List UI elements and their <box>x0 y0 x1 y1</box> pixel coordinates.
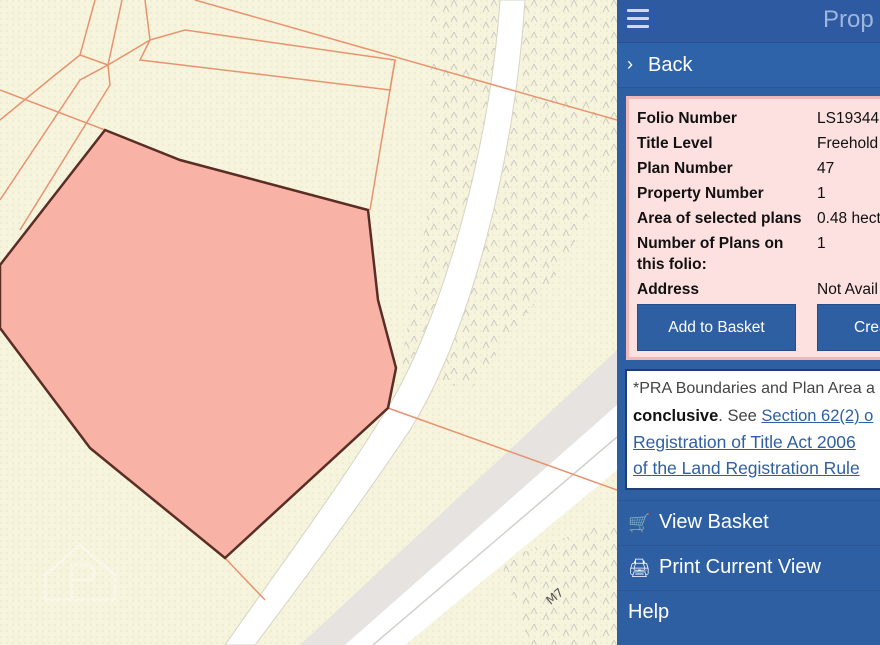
info-value: Not Avail <box>817 281 878 298</box>
info-value: 47 <box>817 160 835 177</box>
registration-act-link[interactable]: Registration of Title Act 2006 <box>633 432 856 453</box>
info-key: Address <box>637 281 700 298</box>
info-key: Folio Number <box>637 110 737 127</box>
info-value: 1 <box>817 185 826 202</box>
info-key: Title Level <box>637 135 713 152</box>
panel-title: Prop <box>823 6 874 33</box>
info-value: 1 <box>817 235 826 252</box>
info-key: this folio: <box>637 256 707 273</box>
disclaimer-text: . See <box>718 407 762 425</box>
chevron-right-icon: › <box>627 54 633 74</box>
info-key: Property Number <box>637 185 764 202</box>
back-label: Back <box>648 54 693 76</box>
map-view[interactable]: M7 <box>0 0 617 645</box>
info-value: 0.48 hect <box>817 210 880 227</box>
printer-icon: 🖨 <box>628 558 651 578</box>
shopping-cart-icon: 🛒 <box>628 513 651 533</box>
create-button[interactable]: Crea <box>817 304 880 351</box>
disclaimer-line-2: conclusive. See Section 62(2) o <box>633 407 873 426</box>
info-value: Freehold <box>817 135 879 152</box>
help-label: Help <box>628 601 670 623</box>
info-key: Area of selected plans <box>637 210 802 227</box>
view-basket-button[interactable]: 🛒 View Basket <box>617 500 880 545</box>
add-to-basket-button[interactable]: Add to Basket <box>637 304 796 351</box>
print-current-view-button[interactable]: 🖨 Print Current View <box>617 545 880 590</box>
disclaimer-bold: conclusive <box>633 407 719 425</box>
help-button[interactable]: Help <box>617 590 880 635</box>
hamburger-menu-icon[interactable] <box>627 9 649 29</box>
property-panel: Prop › Back Folio Number LS19344F Title … <box>617 0 880 645</box>
info-key: Plan Number <box>637 160 733 177</box>
info-value: LS19344F <box>817 110 880 127</box>
land-registration-rules-link[interactable]: of the Land Registration Rule <box>633 458 860 479</box>
back-button[interactable]: › Back <box>617 43 880 88</box>
view-basket-label: View Basket <box>659 511 769 533</box>
boundary-disclaimer: *PRA Boundaries and Plan Area a conclusi… <box>625 369 880 490</box>
disclaimer-line-1: *PRA Boundaries and Plan Area a <box>633 380 875 397</box>
section-62-link[interactable]: Section 62(2) o <box>761 407 873 425</box>
print-current-view-label: Print Current View <box>659 556 821 578</box>
panel-header: Prop <box>617 0 880 43</box>
map-canvas[interactable]: M7 <box>0 0 617 645</box>
info-key: Number of Plans on <box>637 235 784 252</box>
property-info-card: Folio Number LS19344F Title Level Freeho… <box>626 96 880 360</box>
